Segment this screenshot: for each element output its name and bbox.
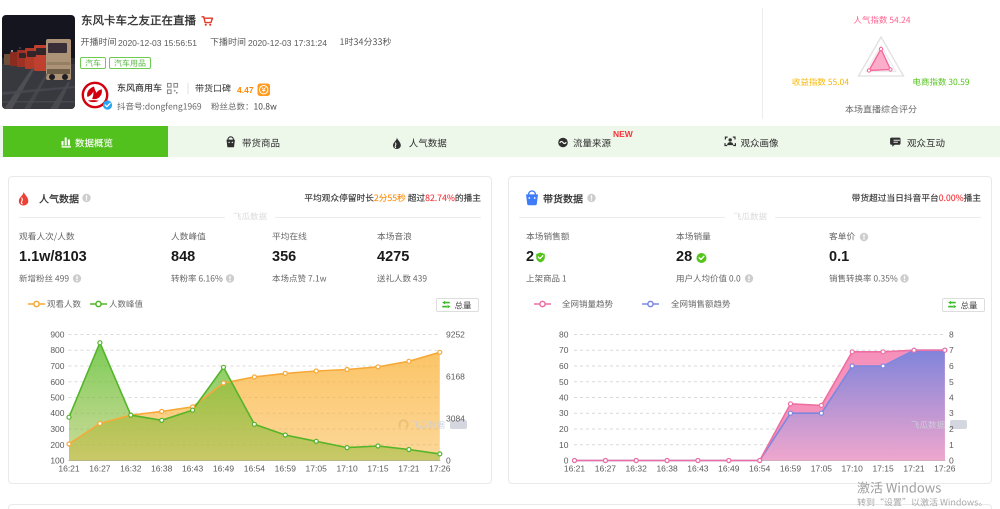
svg-text:7: 7 [949,345,954,355]
svg-text:300: 300 [50,424,64,434]
svg-text:3: 3 [949,408,954,418]
svg-text:200: 200 [50,440,64,450]
svg-text:70: 70 [559,345,569,355]
svg-text:16:54: 16:54 [749,464,771,474]
svg-text:5: 5 [949,377,954,387]
svg-text:16:43: 16:43 [182,464,204,474]
svg-text:17:21: 17:21 [398,464,420,474]
svg-text:500: 500 [50,393,64,403]
svg-text:20: 20 [559,424,569,434]
svg-text:16:21: 16:21 [58,464,80,474]
svg-text:17:10: 17:10 [842,464,864,474]
svg-text:17:10: 17:10 [336,464,358,474]
svg-text:9252: 9252 [446,330,465,340]
svg-text:17:15: 17:15 [367,464,389,474]
svg-text:16:38: 16:38 [151,464,173,474]
svg-text:17:21: 17:21 [903,464,925,474]
svg-text:6: 6 [949,361,954,371]
svg-text:16:27: 16:27 [89,464,111,474]
svg-text:10: 10 [559,440,569,450]
svg-text:50: 50 [559,377,569,387]
svg-text:16:27: 16:27 [595,464,617,474]
svg-text:6168: 6168 [446,372,465,382]
svg-text:80: 80 [559,330,569,340]
svg-text:16:43: 16:43 [687,464,709,474]
svg-text:17:05: 17:05 [306,464,328,474]
svg-text:16:21: 16:21 [564,464,586,474]
svg-text:400: 400 [50,408,64,418]
svg-text:3084: 3084 [446,414,465,424]
svg-text:16:49: 16:49 [718,464,740,474]
svg-text:16:59: 16:59 [780,464,802,474]
svg-text:40: 40 [559,393,569,403]
svg-text:1: 1 [949,440,954,450]
svg-text:30: 30 [559,408,569,418]
svg-text:16:38: 16:38 [656,464,678,474]
svg-text:17:26: 17:26 [934,464,956,474]
svg-text:16:49: 16:49 [213,464,235,474]
svg-text:16:59: 16:59 [275,464,297,474]
svg-text:700: 700 [50,361,64,371]
svg-text:4: 4 [949,393,954,403]
svg-text:17:05: 17:05 [811,464,833,474]
svg-text:600: 600 [50,377,64,387]
svg-text:16:32: 16:32 [626,464,648,474]
svg-text:60: 60 [559,361,569,371]
svg-text:900: 900 [50,330,64,340]
svg-text:16:32: 16:32 [120,464,142,474]
svg-text:2: 2 [949,424,954,434]
svg-text:17:15: 17:15 [872,464,894,474]
svg-text:800: 800 [50,345,64,355]
svg-text:17:26: 17:26 [429,464,451,474]
svg-text:16:54: 16:54 [244,464,266,474]
svg-text:8: 8 [949,330,954,340]
